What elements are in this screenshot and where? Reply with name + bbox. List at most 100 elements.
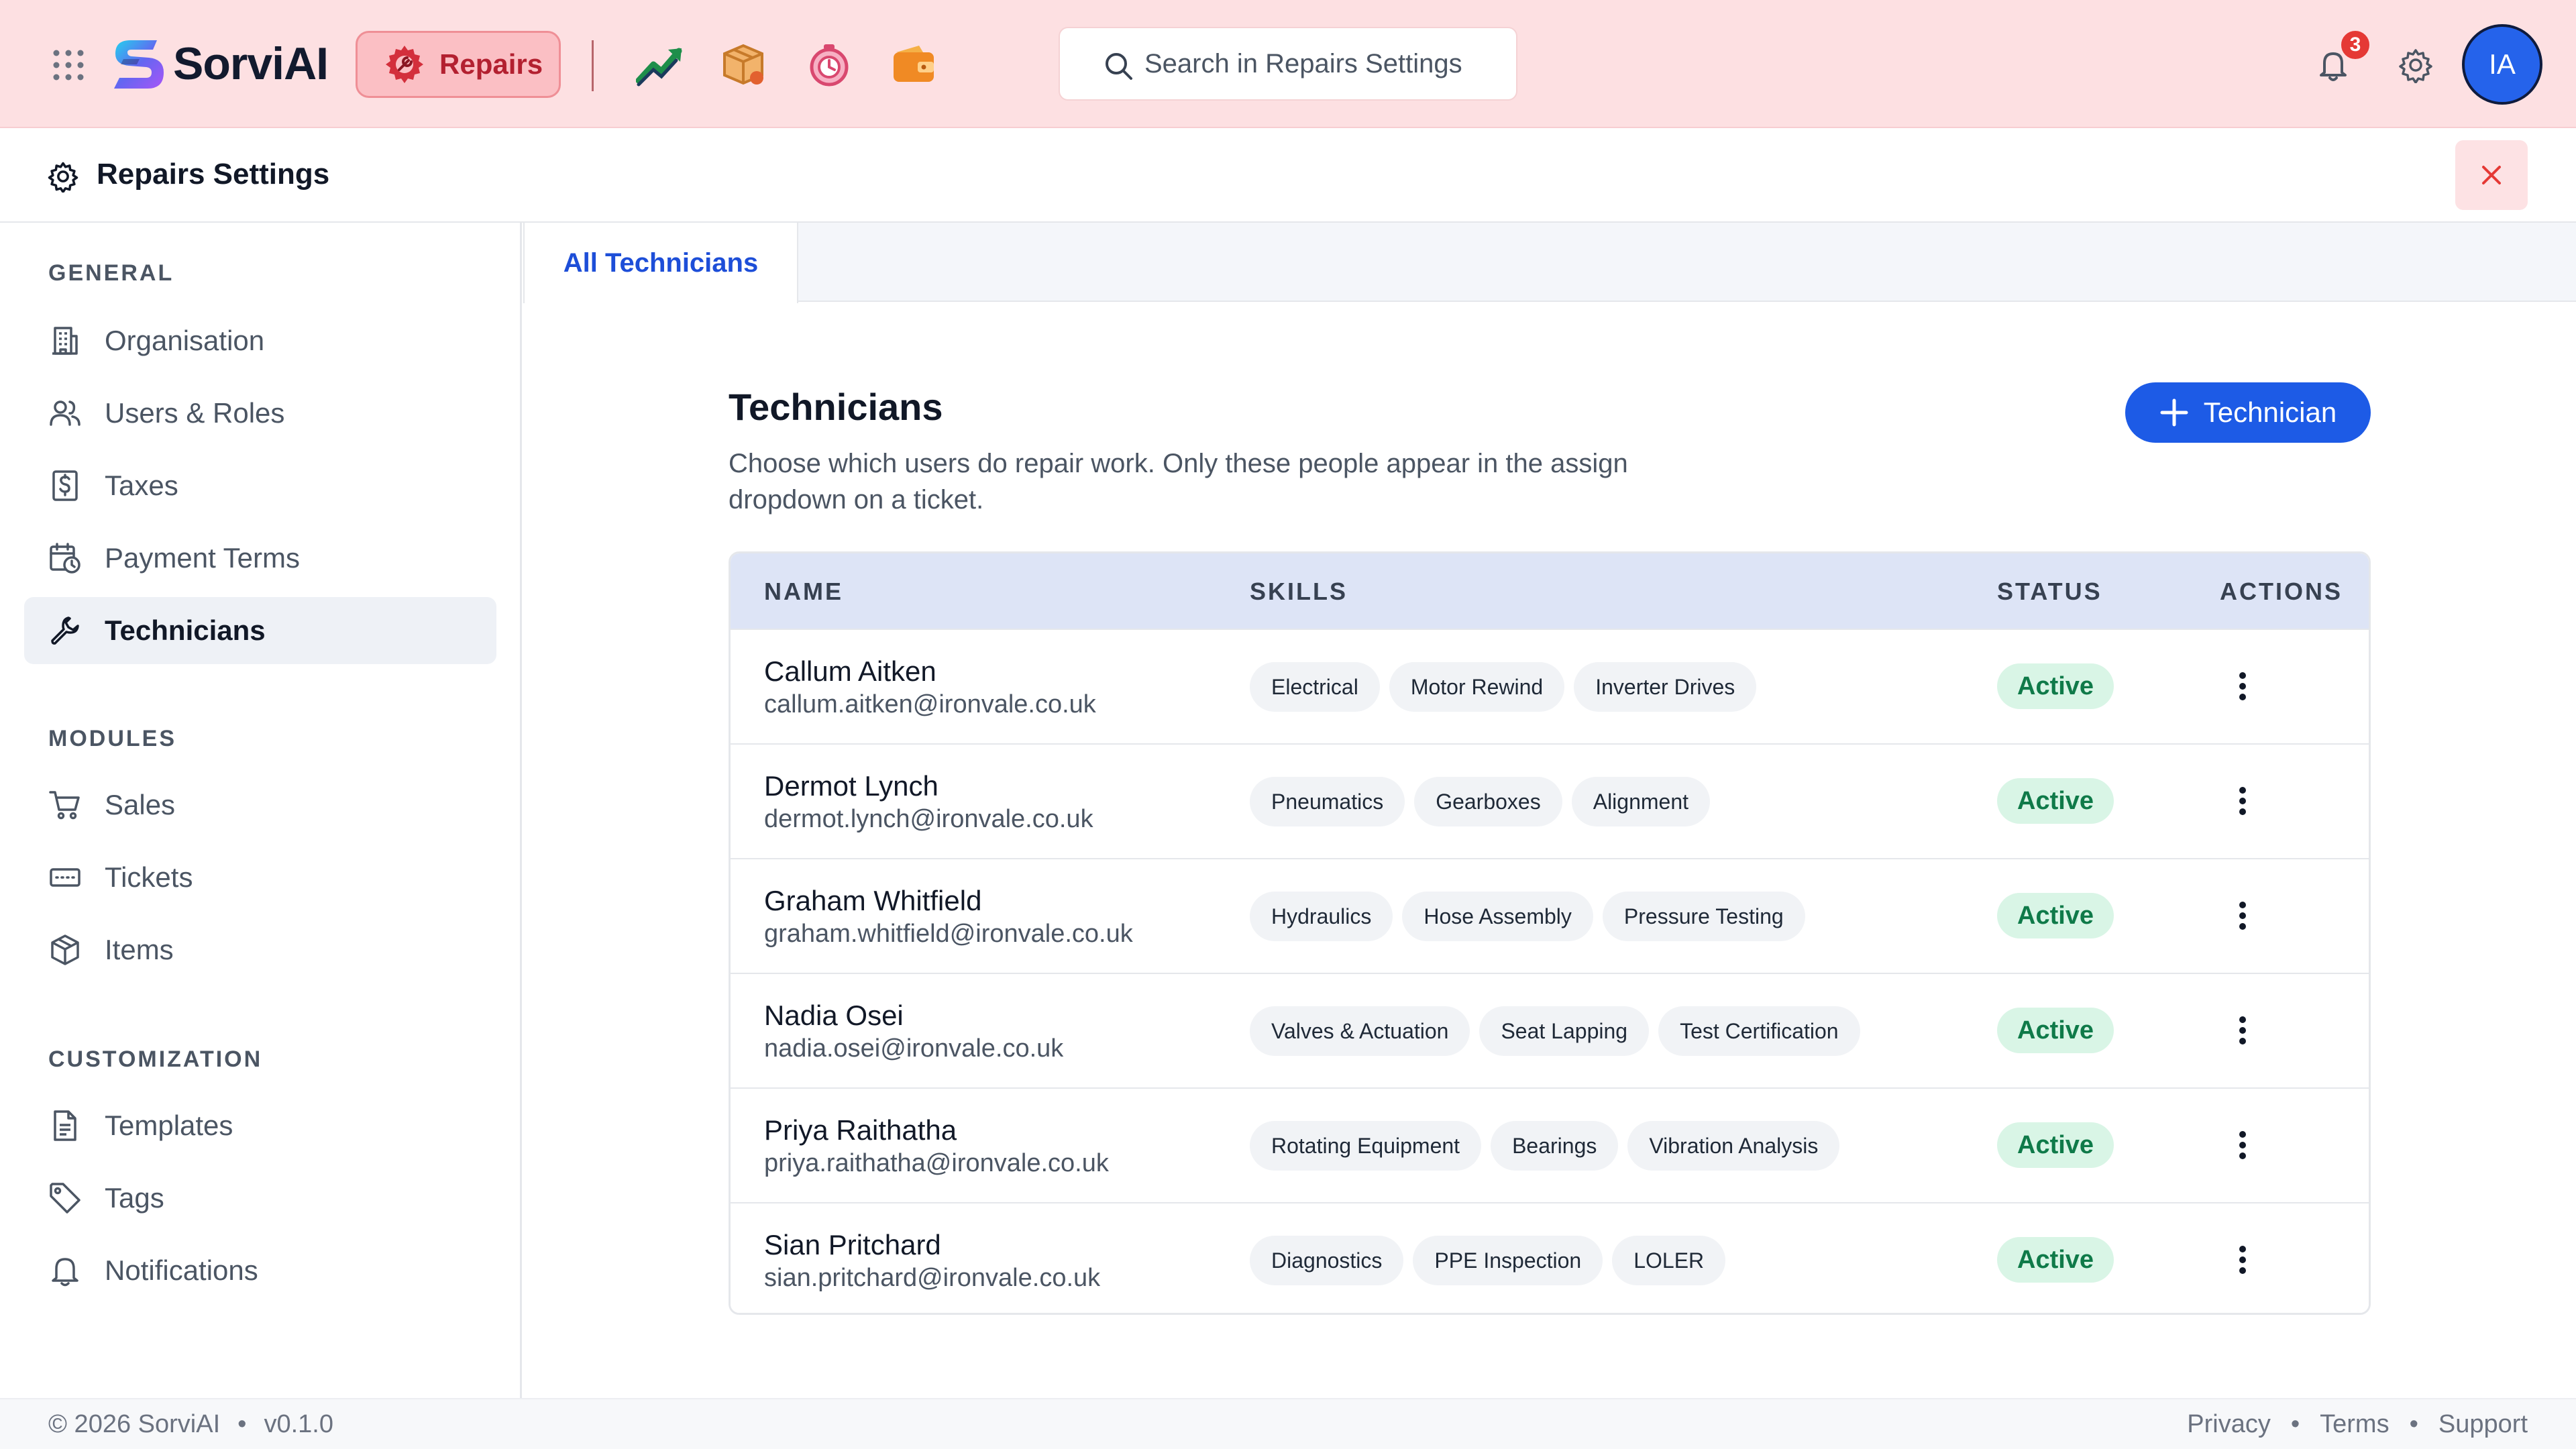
skill-chip: Gearboxes xyxy=(1414,777,1562,826)
skill-chip: Test Certification xyxy=(1658,1006,1860,1056)
repairs-module-button[interactable]: Repairs xyxy=(356,31,561,98)
status-badge: Active xyxy=(1997,1237,2114,1283)
sidebar-item-taxes[interactable]: Taxes xyxy=(24,452,496,519)
table-row[interactable]: Sian Pritchard sian.pritchard@ironvale.co… xyxy=(731,1202,2369,1313)
sidebar-item-payment-terms[interactable]: Payment Terms xyxy=(24,525,496,592)
row-actions-menu-icon[interactable] xyxy=(2221,1124,2264,1167)
settings-sidebar: GENERAL Organisation Users & Roles Taxes xyxy=(0,223,522,1398)
skills-list: Pneumatics Gearboxes Alignment xyxy=(1250,777,1711,826)
plus-icon xyxy=(2159,398,2189,427)
skill-chip: Pneumatics xyxy=(1250,777,1405,826)
sidebar-item-templates[interactable]: Templates xyxy=(24,1092,496,1159)
sidebar-item-tags[interactable]: Tags xyxy=(24,1165,496,1232)
settings-header: Repairs Settings xyxy=(0,128,2576,223)
technician-name: Nadia Osei xyxy=(764,1000,904,1031)
skills-list: Valves & Actuation Seat Lapping Test Certi… xyxy=(1250,1006,1860,1056)
status-badge: Active xyxy=(1997,778,2114,824)
skills-list: Hydraulics Hose Assembly Pressure Testing xyxy=(1250,892,1805,941)
sidebar-item-notifications[interactable]: Notifications xyxy=(24,1237,496,1304)
sidebar-item-organisation[interactable]: Organisation xyxy=(24,307,496,374)
row-actions-menu-icon[interactable] xyxy=(2221,665,2264,708)
sidebar-item-label: Sales xyxy=(105,789,176,820)
sidebar-item-label: Organisation xyxy=(105,325,265,356)
sidebar-item-tickets[interactable]: Tickets xyxy=(24,844,496,911)
skill-chip: PPE Inspection xyxy=(1413,1236,1603,1285)
skill-chip: LOLER xyxy=(1612,1236,1726,1285)
sidebar-item-label: Technicians xyxy=(105,614,266,646)
cart-icon xyxy=(48,788,82,822)
tax-icon xyxy=(48,469,82,502)
technicians-table: NAME SKILLS STATUS ACTIONS Callum Aitken… xyxy=(729,551,2371,1315)
footer-separator: • xyxy=(2409,1410,2418,1438)
sidebar-item-items[interactable]: Items xyxy=(24,916,496,983)
close-icon xyxy=(2479,163,2504,187)
brand-logo-icon[interactable] xyxy=(110,35,168,94)
technician-name: Dermot Lynch xyxy=(764,770,938,802)
repair-gear-icon xyxy=(383,43,426,86)
row-actions-menu-icon[interactable] xyxy=(2221,1009,2264,1052)
search-input[interactable] xyxy=(1144,48,1507,79)
column-header-status[interactable]: STATUS xyxy=(1997,578,2102,606)
column-header-skills[interactable]: SKILLS xyxy=(1250,578,1348,606)
technician-email: graham.whitfield@ironvale.co.uk xyxy=(764,920,1133,948)
table-header: NAME SKILLS STATUS ACTIONS xyxy=(731,553,2369,629)
privacy-link[interactable]: Privacy xyxy=(2187,1410,2271,1439)
skill-chip: Rotating Equipment xyxy=(1250,1121,1482,1171)
skill-chip: Electrical xyxy=(1250,662,1380,712)
technician-email: priya.raithatha@ironvale.co.uk xyxy=(764,1149,1109,1177)
status-badge: Active xyxy=(1997,663,2114,709)
row-actions-menu-icon[interactable] xyxy=(2221,1238,2264,1281)
footer-separator: • xyxy=(237,1410,247,1438)
settings-gear-icon[interactable] xyxy=(2398,47,2434,83)
table-row[interactable]: Nadia Osei nadia.osei@ironvale.co.uk Valve… xyxy=(731,973,2369,1087)
table-row[interactable]: Priya Raithatha priya.raithatha@ironvale.… xyxy=(731,1087,2369,1202)
technician-name: Graham Whitfield xyxy=(764,885,982,916)
table-row[interactable]: Callum Aitken callum.aitken@ironvale.co.u… xyxy=(731,629,2369,743)
table-row[interactable]: Dermot Lynch dermot.lynch@ironvale.co.uk P… xyxy=(731,743,2369,858)
status-badge: Active xyxy=(1997,1122,2114,1168)
wallet-icon[interactable] xyxy=(890,42,938,87)
tab-all-technicians[interactable]: All Technicians xyxy=(523,223,798,303)
repairs-module-label: Repairs xyxy=(439,48,543,80)
settings-gear-icon xyxy=(47,160,79,193)
add-technician-button[interactable]: Technician xyxy=(2125,382,2371,443)
section-label-customization: CUSTOMIZATION xyxy=(48,1046,263,1072)
sidebar-item-label: Tickets xyxy=(105,861,193,893)
row-actions-menu-icon[interactable] xyxy=(2221,780,2264,822)
sidebar-item-users-roles[interactable]: Users & Roles xyxy=(24,380,496,447)
tab-bar: All Technicians xyxy=(523,223,2576,303)
row-actions-menu-icon[interactable] xyxy=(2221,894,2264,937)
support-link[interactable]: Support xyxy=(2438,1410,2528,1439)
copyright-text: © 2026 SorviAI xyxy=(48,1410,221,1438)
timer-icon[interactable] xyxy=(805,42,853,87)
technician-email: sian.pritchard@ironvale.co.uk xyxy=(764,1264,1101,1292)
table-row[interactable]: Graham Whitfield graham.whitfield@ironval… xyxy=(731,858,2369,973)
app-grid-icon[interactable] xyxy=(52,49,85,81)
trend-chart-icon[interactable] xyxy=(636,42,684,87)
sidebar-item-label: Users & Roles xyxy=(105,397,285,429)
column-header-actions: ACTIONS xyxy=(2220,578,2343,605)
sidebar-item-technicians[interactable]: Technicians xyxy=(24,597,496,664)
search-field[interactable] xyxy=(1059,27,1517,101)
document-icon xyxy=(48,1109,82,1142)
box-icon[interactable] xyxy=(719,42,767,87)
skills-list: Electrical Motor Rewind Inverter Drives xyxy=(1250,662,1757,712)
top-bar: SorviAI Repairs Search in Repairs Settin… xyxy=(0,0,2576,128)
skill-chip: Diagnostics xyxy=(1250,1236,1404,1285)
wrench-icon xyxy=(48,614,82,647)
building-icon xyxy=(48,324,82,358)
sidebar-item-sales[interactable]: Sales xyxy=(24,771,496,839)
column-header-name[interactable]: NAME xyxy=(764,578,843,606)
section-label-general: GENERAL xyxy=(48,260,174,286)
search-icon xyxy=(1103,50,1134,81)
skill-chip: Seat Lapping xyxy=(1479,1006,1650,1056)
terms-link[interactable]: Terms xyxy=(2320,1410,2389,1439)
skill-chip: Inverter Drives xyxy=(1574,662,1757,712)
close-settings-button[interactable] xyxy=(2455,140,2528,210)
skill-chip: Pressure Testing xyxy=(1602,892,1805,941)
user-avatar[interactable]: IA xyxy=(2462,24,2542,105)
topbar-divider xyxy=(592,40,594,91)
technician-name: Callum Aitken xyxy=(764,655,936,687)
sidebar-item-label: Tags xyxy=(105,1182,164,1214)
calendar-clock-icon xyxy=(48,541,82,575)
